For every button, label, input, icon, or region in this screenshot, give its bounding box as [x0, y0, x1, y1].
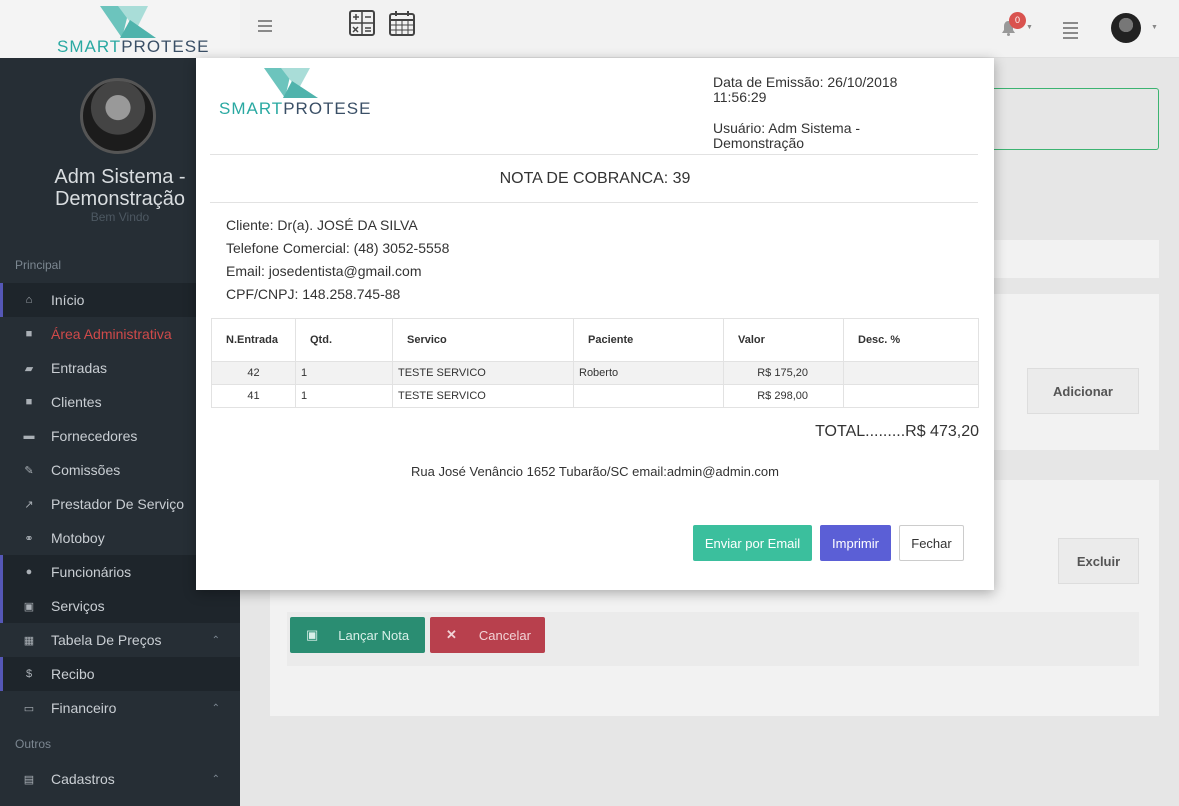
section-principal: Principal [15, 258, 62, 272]
client-phone: Telefone Comercial: (48) 3052-5558 [226, 240, 450, 256]
pen-icon: ✎ [24, 464, 34, 477]
sidebar-item-financeiro[interactable]: ▭ Financeiro ⌃ [0, 691, 240, 725]
invoice-modal: SMARTPROTESE Data de Emissão: 26/10/2018… [196, 58, 994, 590]
lock-icon: ■ [25, 396, 33, 408]
caret-down-icon[interactable]: ▼ [1151, 24, 1158, 31]
add-button[interactable]: Adicionar [1027, 368, 1139, 414]
send-email-button[interactable]: Enviar por Email [693, 525, 812, 561]
save-icon: ▣ [306, 627, 319, 642]
notification-badge: 0 [1009, 12, 1026, 29]
cancel-button[interactable]: ✕ Cancelar [430, 617, 545, 653]
column-header: Servico [392, 318, 574, 362]
divider [210, 154, 978, 155]
table-icon: ▦ [23, 634, 35, 647]
column-header: Desc. % [843, 318, 979, 362]
save-icon: ▤ [23, 773, 35, 786]
cell-paciente [573, 384, 724, 408]
caret-down-icon[interactable]: ▼ [1026, 24, 1033, 31]
edit-icon: ▣ [23, 600, 35, 613]
cell-servico: TESTE SERVICO [392, 361, 574, 385]
close-icon: ✕ [446, 627, 457, 642]
brand-name: SMARTPROTESE [57, 37, 210, 56]
user-icon: ● [25, 566, 33, 578]
delete-button[interactable]: Excluir [1058, 538, 1139, 584]
briefcase-icon: ▬ [23, 430, 35, 442]
logo-icon [100, 6, 156, 38]
top-bar: SMARTPROTESE 0 ▼ ▼ [0, 0, 1179, 58]
sidebar-item-tabela-precos[interactable]: ▦ Tabela De Preços ⌃ [0, 623, 240, 657]
client-email: Email: josedentista@gmail.com [226, 263, 422, 279]
brand[interactable]: SMARTPROTESE [0, 0, 240, 58]
cell-paciente: Roberto [573, 361, 724, 385]
sidebar-item-cadastros[interactable]: ▤ Cadastros ⌃ [0, 762, 240, 796]
logo-icon [264, 68, 318, 98]
dollar-icon: $ [25, 668, 33, 680]
bg-panel [994, 240, 1159, 278]
sidebar-item-servicos[interactable]: ▣ Serviços [0, 589, 240, 623]
home-icon: ⌂ [25, 294, 33, 306]
modal-logo-text: SMARTPROTESE [219, 99, 372, 118]
profile-avatar [80, 78, 156, 154]
client-name: Cliente: Dr(a). JOSÉ DA SILVA [226, 217, 418, 233]
close-button[interactable]: Fechar [899, 525, 964, 561]
menu-toggle-icon[interactable] [258, 20, 272, 34]
cell-entrada: 41 [211, 384, 296, 408]
cell-servico: TESTE SERVICO [392, 384, 574, 408]
cell-valor: R$ 175,20 [723, 361, 844, 385]
table-row: 42 1 TESTE SERVICO Roberto R$ 175,20 [211, 361, 979, 385]
invoice-total: TOTAL.........R$ 473,20 [815, 423, 979, 440]
invoice-footer: Rua José Venâncio 1652 Tubarão/SC email:… [410, 464, 779, 479]
launch-note-button[interactable]: ▣ Lançar Nota [290, 617, 425, 653]
calendar-icon[interactable] [389, 10, 415, 36]
section-outros: Outros [15, 737, 52, 751]
client-cpf: CPF/CNPJ: 148.258.745-88 [226, 286, 401, 302]
user-avatar[interactable] [1111, 13, 1141, 43]
money-icon: ▭ [23, 702, 35, 715]
table-row: 41 1 TESTE SERVICO R$ 298,00 [211, 384, 979, 408]
column-header: Qtd. [295, 318, 393, 362]
cell-entrada: 42 [211, 361, 296, 385]
column-header: Paciente [573, 318, 724, 362]
divider [210, 202, 978, 203]
invoice-title: NOTA DE COBRANCA: 39 [499, 170, 691, 187]
cell-desc [843, 361, 979, 385]
list-icon[interactable] [1063, 22, 1078, 42]
cell-valor: R$ 298,00 [723, 384, 844, 408]
chevron-up-icon: ⌃ [211, 773, 220, 785]
lock-icon: ■ [25, 328, 33, 340]
sidebar-item-recibo[interactable]: $ Recibo [0, 657, 240, 691]
print-button[interactable]: Imprimir [820, 525, 891, 561]
column-header: N.Entrada [211, 318, 296, 362]
table-header-row: N.Entrada Qtd. Servico Paciente Valor De… [211, 318, 979, 362]
user-info: Usuário: Adm Sistema - Demonstração [713, 120, 861, 151]
cell-qtd: 1 [295, 361, 393, 385]
chevron-up-icon: ⌃ [211, 702, 220, 714]
cell-desc [843, 384, 979, 408]
cell-qtd: 1 [295, 384, 393, 408]
chevron-up-icon: ⌃ [211, 634, 220, 646]
column-header: Valor [723, 318, 844, 362]
share-icon: ↗ [24, 498, 34, 511]
emission-date: Data de Emissão: 26/10/2018 11:56:29 [713, 74, 898, 105]
book-icon: ▰ [24, 362, 34, 375]
calculator-icon[interactable] [349, 10, 375, 36]
invoice-table: N.Entrada Qtd. Servico Paciente Valor De… [211, 318, 979, 408]
motorcycle-icon: ⚭ [24, 532, 34, 545]
